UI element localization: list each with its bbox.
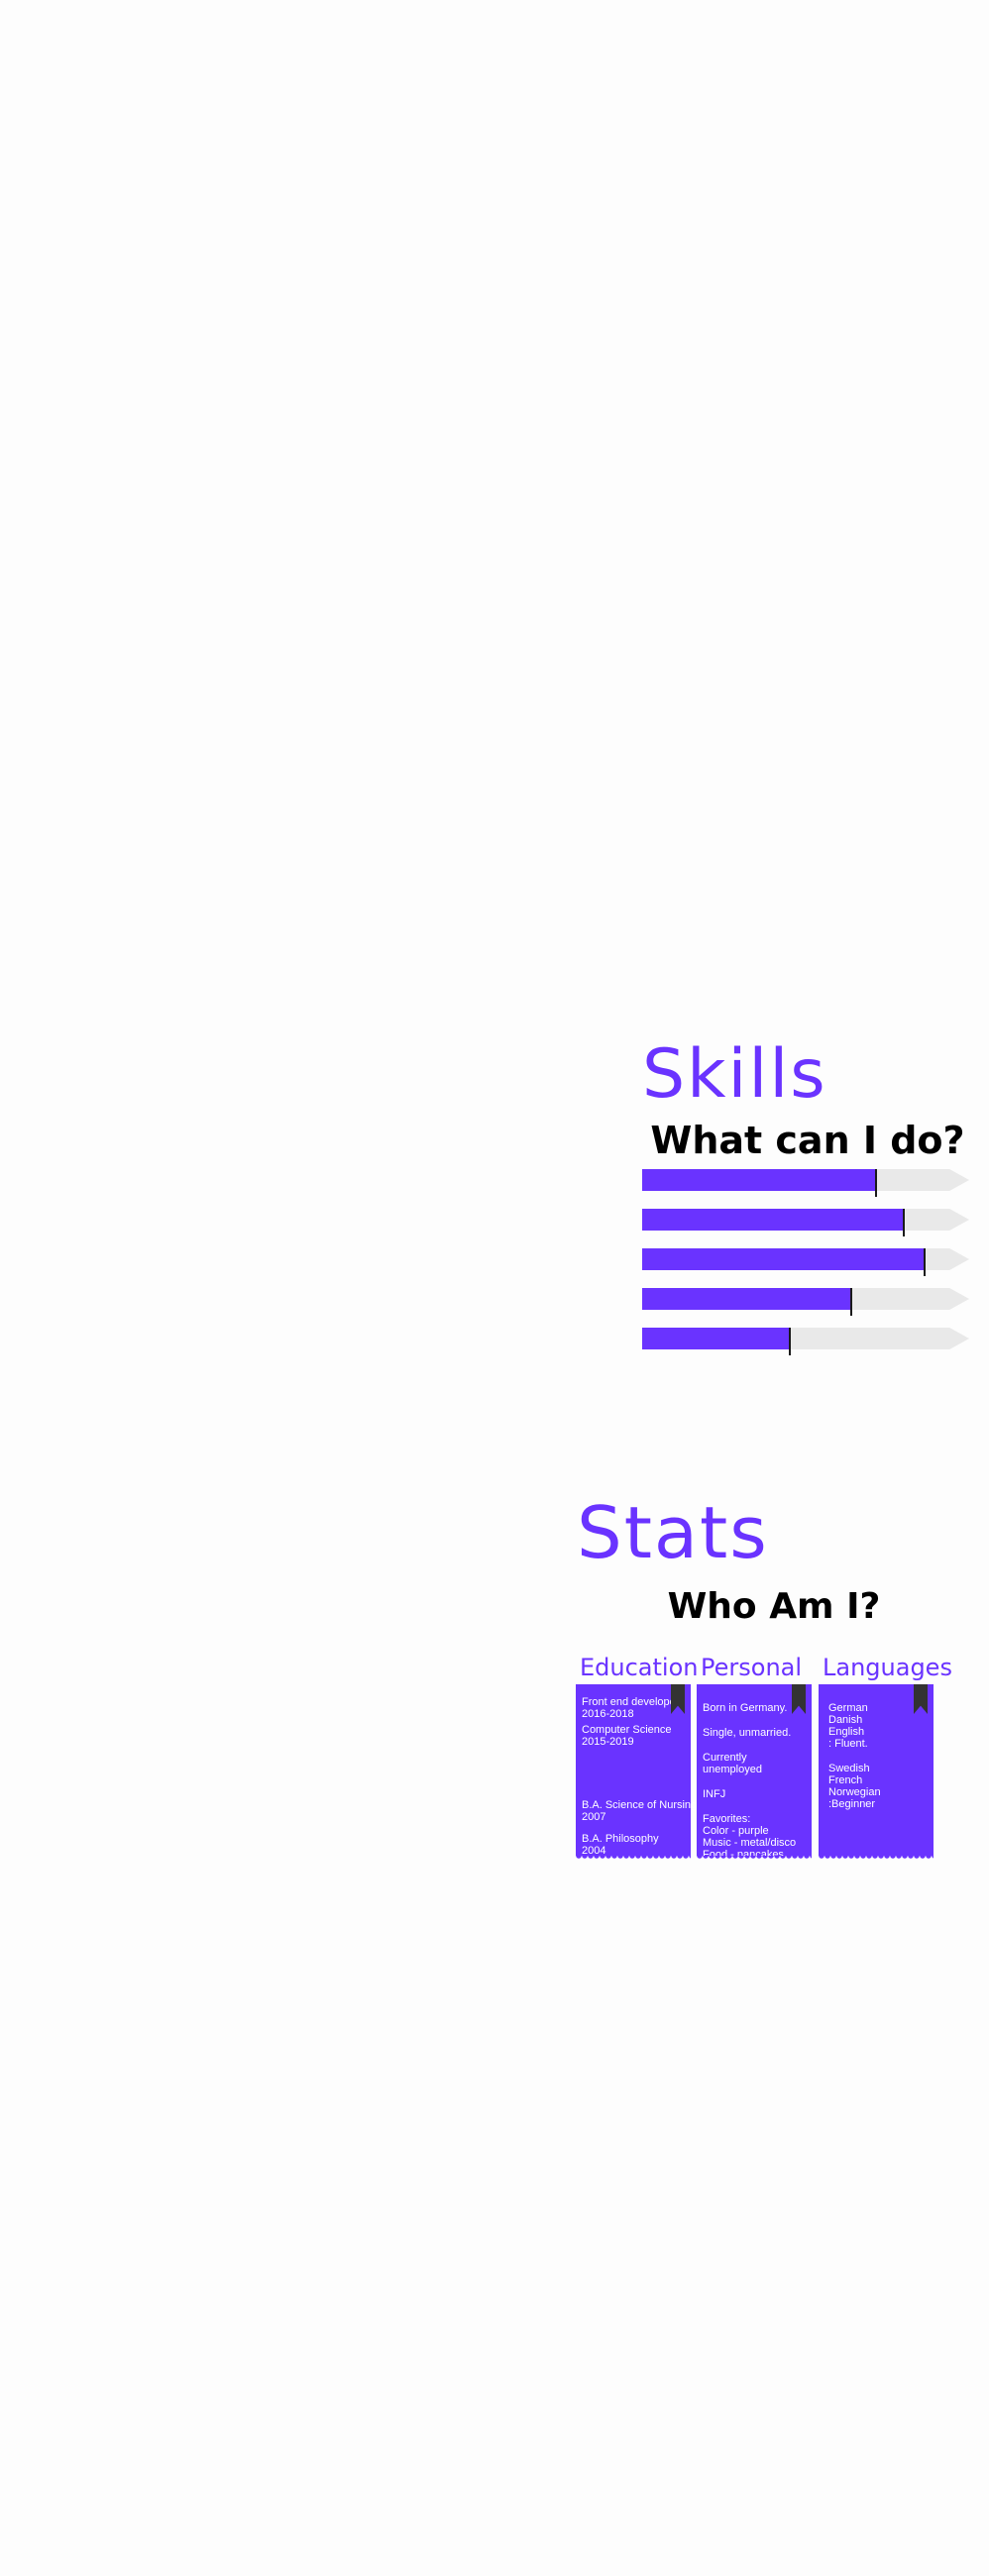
skill-bars bbox=[642, 1169, 969, 1367]
stats-title: Stats bbox=[577, 1491, 769, 1574]
education-item: B.A. Philosophy 2004 bbox=[582, 1833, 659, 1857]
languages-card: Languages German Danish English : Fluent… bbox=[819, 1654, 952, 1860]
skill-bar bbox=[642, 1209, 969, 1236]
personal-body: Born in Germany. Single, unmarried. Curr… bbox=[697, 1684, 812, 1861]
personal-heading: Personal bbox=[701, 1654, 803, 1681]
skill-bar bbox=[642, 1169, 969, 1197]
personal-card: Personal Born in Germany. Single, unmarr… bbox=[697, 1654, 812, 1861]
personal-item: Currently unemployed bbox=[703, 1752, 762, 1775]
education-body: Front end developer 2016-2018 Computer S… bbox=[576, 1684, 698, 1860]
personal-item: INFJ bbox=[703, 1788, 726, 1800]
languages-body: German Danish English : Fluent. Swedish … bbox=[819, 1684, 934, 1860]
education-item: Computer Science 2015-2019 bbox=[582, 1724, 672, 1748]
skill-bar bbox=[642, 1328, 969, 1355]
languages-fluent: German Danish English : Fluent. bbox=[828, 1702, 868, 1750]
personal-item: Favorites: Color - purple Music - metal/… bbox=[703, 1813, 797, 1861]
education-item: B.A. Science of Nursing 2007 bbox=[582, 1799, 698, 1823]
languages-heading: Languages bbox=[823, 1654, 952, 1681]
skill-bar bbox=[642, 1288, 969, 1316]
skills-subtitle: What can I do? bbox=[650, 1119, 965, 1162]
education-heading: Education bbox=[580, 1654, 699, 1681]
education-card: Education Front end developer 2016-2018 … bbox=[576, 1654, 699, 1860]
education-item: Front end developer 2016-2018 bbox=[582, 1696, 680, 1720]
skill-bar bbox=[642, 1248, 969, 1276]
skills-title: Skills bbox=[642, 1035, 827, 1114]
languages-beginner: Swedish French Norwegian :Beginner bbox=[828, 1763, 881, 1810]
personal-item: Born in Germany. bbox=[703, 1702, 788, 1714]
stats-subtitle: Who Am I? bbox=[667, 1586, 881, 1627]
personal-item: Single, unmarried. bbox=[703, 1727, 792, 1739]
